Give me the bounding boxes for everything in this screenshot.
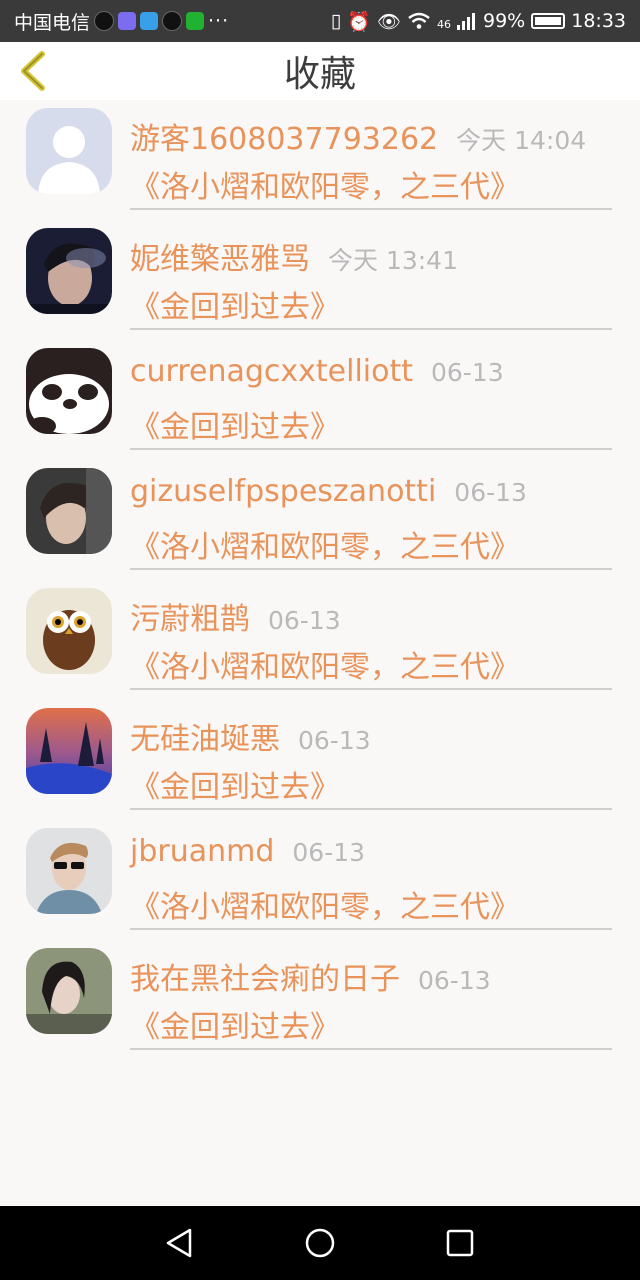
book-title[interactable]: 《洛小熠和欧阳零，之三代》 (130, 522, 520, 566)
signal-icon (457, 13, 475, 30)
owl-avatar (26, 588, 112, 674)
list-item[interactable]: 污蔚粗鹊 06-13 《洛小熠和欧阳零，之三代》 (0, 580, 640, 700)
user-name: 无硅油埏悪 (130, 722, 280, 757)
timestamp: 06-13 (454, 478, 527, 507)
divider (130, 808, 612, 810)
battery-percent: 99% (483, 10, 526, 32)
nav-home-button[interactable] (300, 1223, 340, 1263)
list-item[interactable]: jbruanmd 06-13 《洛小熠和欧阳零，之三代》 (0, 820, 640, 940)
music-app-icon (118, 12, 137, 30)
avatar[interactable] (26, 468, 112, 554)
carrier-label: 中国电信 (14, 11, 91, 34)
divider (130, 568, 612, 570)
favorites-list: 游客1608037793262 今天 14:04 《洛小熠和欧阳零，之三代》 妮… (0, 100, 640, 1060)
book-title[interactable]: 《洛小熠和欧阳零，之三代》 (130, 642, 520, 686)
book-title[interactable]: 《洛小熠和欧阳零，之三代》 (130, 882, 520, 926)
boy-portrait-avatar (26, 468, 112, 554)
user-name: jbruanmd (130, 834, 275, 869)
book-title[interactable]: 《金回到过去》 (130, 402, 340, 446)
divider (130, 688, 612, 690)
landscape-avatar (26, 708, 112, 794)
clock: 18:33 (571, 10, 626, 32)
tiktok-icon (162, 11, 183, 31)
list-item[interactable]: 我在黑社会痢的日子 06-13 《金回到过去》 (0, 940, 640, 1060)
avatar[interactable] (26, 828, 112, 914)
divider (130, 1048, 612, 1050)
nav-back-button[interactable] (160, 1223, 200, 1263)
avatar[interactable] (26, 348, 112, 434)
status-bar: 中国电信 ··· ▯ ⏰ 👁 46 99% 18:33 (0, 0, 640, 42)
eye-icon: 👁 (376, 10, 401, 33)
list-item[interactable]: 游客1608037793262 今天 14:04 《洛小熠和欧阳零，之三代》 (0, 100, 640, 220)
timestamp: 06-13 (292, 838, 366, 867)
timestamp: 06-13 (431, 358, 504, 387)
divider (130, 448, 612, 450)
divider (130, 328, 612, 330)
user-name: gizuselfpspeszanotti (130, 474, 437, 509)
header: 收藏 (0, 42, 640, 100)
default-avatar-icon (26, 108, 112, 194)
timestamp: 今天 13:41 (328, 246, 458, 275)
list-item[interactable]: gizuselfpspeszanotti 06-13 《洛小熠和欧阳零，之三代》 (0, 460, 640, 580)
nav-recents-button[interactable] (440, 1223, 480, 1263)
avatar[interactable] (26, 948, 112, 1034)
book-title[interactable]: 《洛小熠和欧阳零，之三代》 (130, 162, 520, 206)
timestamp: 今天 14:04 (456, 126, 587, 155)
sunglasses-man-avatar (26, 828, 112, 914)
vibrate-icon: ▯ (330, 10, 342, 32)
book-title[interactable]: 《金回到过去》 (130, 1002, 340, 1046)
avatar[interactable] (26, 228, 112, 314)
battery-icon (531, 13, 566, 29)
smoking-boy-avatar (26, 228, 112, 314)
book-title[interactable]: 《金回到过去》 (130, 282, 340, 326)
square-recents-icon (446, 1229, 474, 1257)
user-name: 游客1608037793262 (130, 122, 439, 157)
timestamp: 06-13 (418, 966, 491, 995)
list-item[interactable]: currenagcxxtelliott 06-13 《金回到过去》 (0, 340, 640, 460)
wifi-icon (408, 12, 430, 29)
triangle-back-icon (166, 1228, 192, 1258)
user-name: 我在黑社会痢的日子 (130, 962, 400, 997)
list-item[interactable]: 无硅油埏悪 06-13 《金回到过去》 (0, 700, 640, 820)
user-name: 妮维檠恶雅骂 (130, 242, 310, 277)
user-name: currenagcxxtelliott (130, 354, 413, 389)
avatar[interactable] (26, 708, 112, 794)
list-item[interactable]: 妮维檠恶雅骂 今天 13:41 《金回到过去》 (0, 220, 640, 340)
user-name: 污蔚粗鹊 (130, 602, 250, 637)
network-type: 46 (437, 17, 451, 31)
divider (130, 208, 612, 210)
timestamp: 06-13 (268, 606, 341, 635)
system-nav-bar (0, 1206, 640, 1280)
panda-avatar (26, 348, 112, 434)
girl-avatar (26, 948, 112, 1034)
alarm-icon: ⏰ (347, 10, 371, 33)
divider (130, 928, 612, 930)
video-app-icon (140, 12, 159, 30)
avatar[interactable] (26, 108, 112, 194)
tiktok-icon (94, 11, 115, 31)
avatar[interactable] (26, 588, 112, 674)
iqiyi-icon (186, 12, 205, 30)
more-notifications: ··· (208, 10, 230, 32)
page-title: 收藏 (283, 54, 356, 95)
book-title[interactable]: 《金回到过去》 (130, 762, 340, 806)
circle-home-icon (305, 1228, 335, 1258)
back-arrow-icon[interactable] (14, 50, 54, 92)
timestamp: 06-13 (298, 726, 371, 755)
